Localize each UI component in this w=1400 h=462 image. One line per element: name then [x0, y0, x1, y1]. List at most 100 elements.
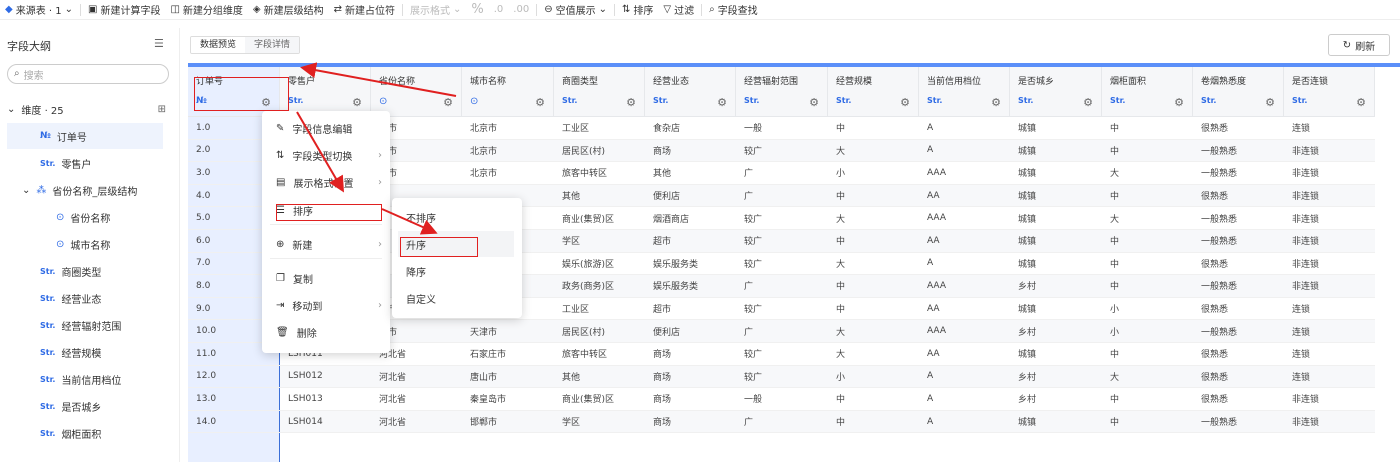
context-menu-item[interactable]: ✎ 字段信息编辑: [262, 115, 390, 141]
display-format-dropdown[interactable]: 展示格式 ⌄: [407, 2, 464, 17]
sidebar-item-business-district[interactable]: Str. 商圈类型: [40, 258, 101, 284]
collapse-sidebar-icon[interactable]: ☰: [154, 37, 164, 50]
gear-icon[interactable]: ⚙: [352, 96, 362, 109]
percent-button[interactable]: %: [468, 2, 486, 17]
column-header-label: 经营辐射范围: [744, 77, 799, 87]
table-cell: 大: [828, 207, 919, 230]
sidebar-item-urban-rural[interactable]: Str. 是否城乡: [40, 393, 101, 419]
new-calc-field-button[interactable]: ▣ 新建计算字段: [85, 2, 163, 17]
table-cell: 河北省: [371, 365, 462, 389]
table-cell: A: [919, 139, 1010, 163]
sidebar-item-province-hierarchy[interactable]: ⌄ ⁂ 省份名称_层级结构: [22, 177, 137, 203]
context-menu-item[interactable]: ▤ 展示格式设置 ›: [262, 169, 390, 195]
table-cell: 非连锁: [1284, 184, 1375, 208]
gear-icon[interactable]: ⚙: [626, 96, 636, 109]
field-search-button[interactable]: ⌕ 字段查找: [706, 2, 761, 17]
context-menu-item[interactable]: ⇥ 移动到 ›: [262, 292, 390, 318]
sidebar-item-cabinet-area[interactable]: Str. 烟柜面积: [40, 420, 101, 446]
context-menu-item[interactable]: ⇅ 字段类型切换 ›: [262, 142, 390, 168]
decrease-decimal-button[interactable]: .00: [510, 4, 532, 15]
string-type-icon: Str.: [1292, 96, 1308, 105]
column-header-credit[interactable]: 当前信用档位 Str. ⚙: [919, 67, 1010, 117]
gear-icon[interactable]: ⚙: [535, 96, 545, 109]
sidebar-item-city[interactable]: ⊙ 城市名称: [56, 231, 110, 257]
menu-divider: [270, 258, 382, 259]
context-menu-label: 展示格式设置: [293, 178, 354, 190]
gear-icon[interactable]: ⚙: [1265, 96, 1275, 109]
null-display-dropdown[interactable]: ⊖ 空值展示 ⌄: [541, 2, 610, 17]
table-cell: LSH012: [280, 365, 371, 389]
field-search-input[interactable]: ⌕ 搜索: [7, 64, 169, 84]
tab-data-preview[interactable]: 数据预览: [191, 37, 246, 53]
column-type-row: Str. ⚙: [288, 96, 370, 109]
dimension-group[interactable]: ⌄ 维度 · 25 ⊞: [7, 96, 172, 122]
string-type-icon: Str.: [40, 401, 56, 411]
table-cell: 便利店: [645, 184, 736, 208]
gear-icon[interactable]: ⚙: [991, 96, 1001, 109]
context-menu-label: 移动到: [292, 301, 323, 313]
sidebar-item-credit-level[interactable]: Str. 当前信用档位: [40, 366, 121, 392]
sidebar-item-business-format[interactable]: Str. 经营业态: [40, 285, 101, 311]
column-header-format[interactable]: 经营业态 Str. ⚙: [645, 67, 736, 117]
tab-field-details[interactable]: 字段详情: [245, 37, 300, 53]
column-header-cabinet[interactable]: 烟柜面积 Str. ⚙: [1102, 67, 1193, 117]
table-cell: 很熟悉: [1193, 253, 1284, 276]
sidebar-item-province[interactable]: ⊙ 省份名称: [56, 204, 110, 230]
context-menu-item[interactable]: ❐ 复制: [262, 265, 390, 291]
filter-button[interactable]: ▽ 过滤: [660, 2, 697, 17]
refresh-button[interactable]: ↻ 刷新: [1328, 34, 1390, 56]
column-header-retailer[interactable]: 零售户 Str. ⚙: [280, 67, 371, 117]
table-cell: 旅客中转区: [554, 162, 645, 185]
table-cell: 连锁: [1284, 298, 1375, 321]
gear-icon[interactable]: ⚙: [717, 96, 727, 109]
table-cell: 河北省: [371, 410, 462, 434]
context-menu-label: 新建: [292, 240, 313, 252]
placeholder-icon: ⇄: [333, 3, 342, 15]
format-icon: ▤: [276, 176, 286, 188]
new-group-dimension-button[interactable]: ◫ 新建分组维度: [167, 2, 245, 17]
gear-icon[interactable]: ⚙: [1356, 96, 1366, 109]
table-cell: 中: [828, 230, 919, 253]
add-folder-icon[interactable]: ⊞: [158, 104, 166, 115]
gear-icon[interactable]: ⚙: [443, 96, 453, 109]
table-cell: 商场: [645, 388, 736, 411]
table-cell: 大: [828, 320, 919, 343]
increase-decimal-button[interactable]: .0: [491, 4, 507, 15]
source-table-selector[interactable]: ◆ 来源表 · 1 ⌄: [2, 2, 76, 17]
gear-icon[interactable]: ⚙: [900, 96, 910, 109]
table-cell: 天津市: [462, 320, 554, 343]
table-cell: 中: [1102, 343, 1193, 366]
table-cell: 一般: [736, 388, 828, 411]
column-header-scale[interactable]: 经营规模 Str. ⚙: [828, 67, 919, 117]
sidebar-item-radiation-range[interactable]: Str. 经营辐射范围: [40, 312, 121, 338]
sidebar-item-retailer[interactable]: Str. 零售户: [40, 150, 91, 176]
column-header-urban[interactable]: 是否城乡 Str. ⚙: [1010, 67, 1102, 117]
chevron-down-icon: ⌄: [22, 184, 31, 196]
table-cell: 商场: [645, 365, 736, 389]
context-menu-item[interactable]: 🗑 删除: [262, 319, 390, 345]
new-hierarchy-button[interactable]: ◈ 新建层级结构: [250, 2, 327, 17]
string-type-icon: Str.: [288, 96, 304, 105]
table-cell: A: [919, 253, 1010, 276]
column-header-chain[interactable]: 是否连锁 Str. ⚙: [1284, 67, 1375, 117]
column-header-range[interactable]: 经营辐射范围 Str. ⚙: [736, 67, 828, 117]
column-type-row: Str. ⚙: [1201, 96, 1283, 109]
gear-icon[interactable]: ⚙: [1083, 96, 1093, 109]
column-header-familiarity[interactable]: 卷烟熟悉度 Str. ⚙: [1193, 67, 1284, 117]
column-header-province[interactable]: 省份名称 ⊙ ⚙: [371, 67, 462, 117]
column-header-city[interactable]: 城市名称 ⊙ ⚙: [462, 67, 554, 117]
new-placeholder-button[interactable]: ⇄ 新建占位符: [331, 2, 398, 17]
sort-custom-option[interactable]: 自定义: [398, 285, 514, 311]
table-cell: 中: [828, 410, 919, 434]
column-header-label: 省份名称: [379, 77, 416, 87]
sort-button[interactable]: ⇅ 排序: [619, 2, 656, 17]
sort-none-option[interactable]: 不排序: [398, 204, 514, 230]
sidebar-item-order-no[interactable]: № 订单号: [7, 123, 163, 149]
sort-descending-option[interactable]: 降序: [398, 258, 514, 284]
column-header-district[interactable]: 商圈类型 Str. ⚙: [554, 67, 645, 117]
gear-icon[interactable]: ⚙: [1174, 96, 1184, 109]
gear-icon[interactable]: ⚙: [809, 96, 819, 109]
sidebar-item-scale[interactable]: Str. 经营规模: [40, 339, 101, 365]
string-type-icon: Str.: [40, 347, 56, 357]
context-menu-item[interactable]: ⊕ 新建 ›: [262, 231, 390, 257]
